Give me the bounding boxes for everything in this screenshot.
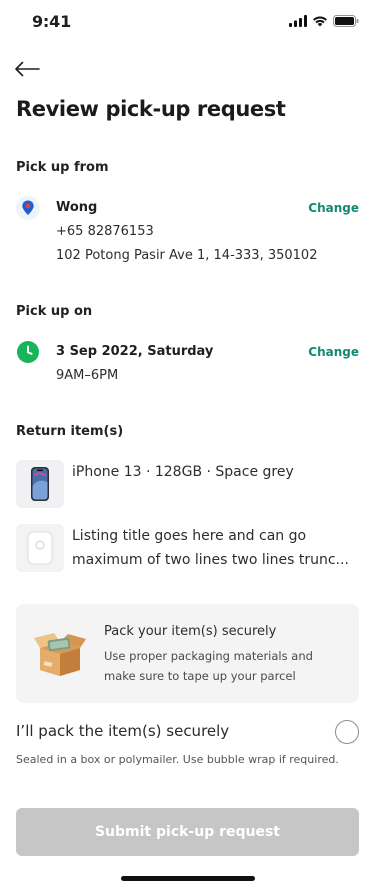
pickup-time: 9AM–6PM (56, 368, 119, 383)
clock-icon (16, 340, 40, 364)
return-items-heading: Return item(s) (16, 424, 124, 439)
change-date-link[interactable]: Change (308, 345, 359, 359)
status-icons (289, 15, 359, 27)
pickup-name: Wong (56, 200, 98, 215)
pickup-date: 3 Sep 2022, Saturday (56, 344, 214, 359)
item-2-title-line2: maximum of two lines two lines trunc... (72, 552, 349, 568)
pack-securely-option[interactable]: I’ll pack the item(s) securely (16, 720, 359, 746)
packing-tip-card: Pack your item(s) securely Use proper pa… (16, 604, 359, 703)
back-button[interactable] (14, 56, 44, 82)
home-indicator (121, 876, 255, 881)
signal-icon (289, 15, 307, 27)
item-1-title: iPhone 13 · 128GB · Space grey (72, 464, 294, 480)
pickup-on-heading: Pick up on (16, 304, 93, 319)
listing-thumbnail (16, 524, 64, 572)
box-icon (34, 630, 86, 678)
pickup-phone: +65 82876153 (56, 224, 154, 239)
page-title: Review pick-up request (16, 97, 286, 121)
status-bar: 9:41 (0, 0, 375, 44)
submit-pickup-button[interactable]: Submit pick-up request (16, 808, 359, 856)
wifi-icon (313, 16, 327, 27)
iphone-thumbnail (16, 460, 64, 508)
pack-securely-hint: Sealed in a box or polymailer. Use bubbl… (16, 753, 339, 766)
back-arrow-icon (15, 61, 40, 77)
pack-securely-radio[interactable] (335, 720, 359, 744)
change-address-link[interactable]: Change (308, 201, 359, 215)
pack-securely-label: I’ll pack the item(s) securely (16, 722, 230, 740)
location-pin-icon (16, 196, 40, 220)
pickup-from-heading: Pick up from (16, 160, 109, 175)
item-2-title-line1: Listing title goes here and can go (72, 528, 307, 544)
status-time: 9:41 (32, 12, 71, 31)
battery-icon (333, 15, 359, 27)
packing-tip-title: Pack your item(s) securely (104, 624, 277, 639)
pickup-address: 102 Potong Pasir Ave 1, 14-333, 350102 (56, 248, 318, 263)
packing-tip-body: Use proper packaging materials and make … (104, 649, 313, 683)
